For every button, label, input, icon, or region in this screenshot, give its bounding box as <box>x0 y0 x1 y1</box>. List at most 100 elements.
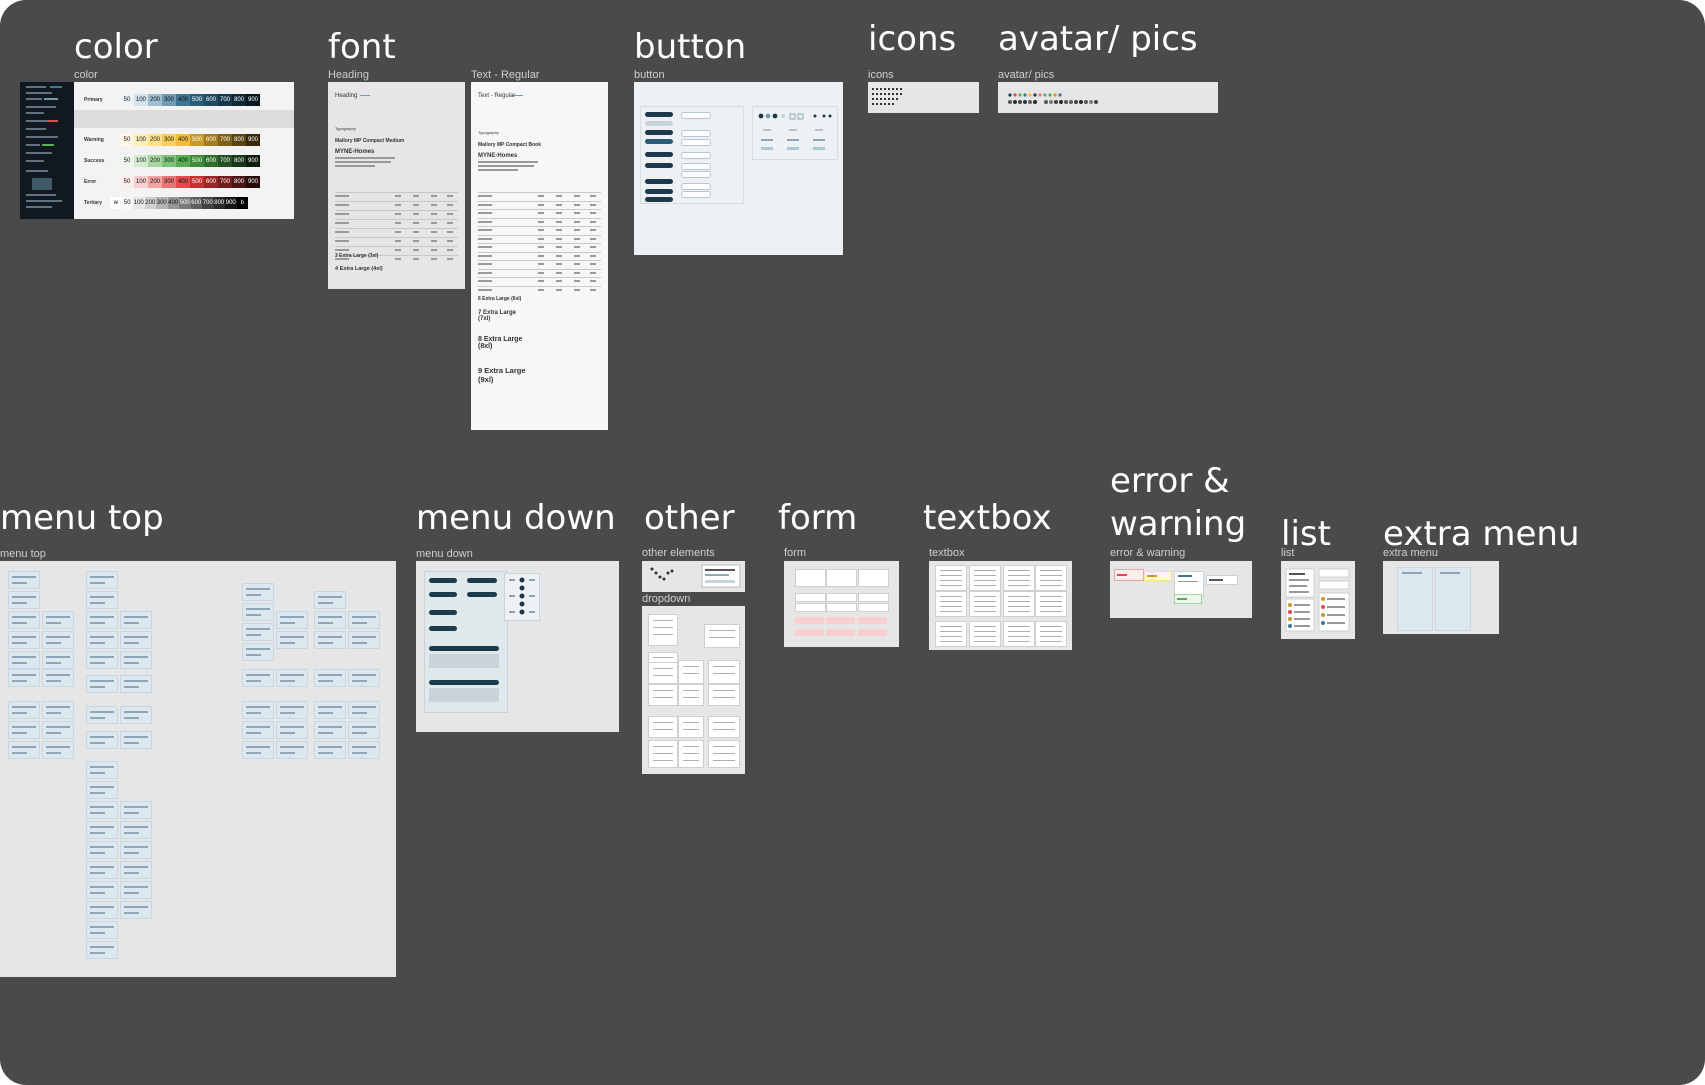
color-swatch[interactable]: 400 <box>176 134 190 146</box>
dropdown-frame[interactable] <box>642 606 745 774</box>
color-swatch[interactable]: 200 <box>148 94 162 106</box>
type-scale-cell <box>556 271 562 274</box>
menu-down-pill-4 <box>467 592 497 597</box>
color-swatch[interactable]: 400 <box>176 94 190 106</box>
type-scale-cell <box>590 280 596 282</box>
menu-top-card <box>42 651 74 669</box>
color-swatch[interactable]: 50 <box>120 94 134 106</box>
color-swatch[interactable]: 50 <box>120 134 134 146</box>
color-swatch[interactable]: 500 <box>190 176 204 188</box>
color-swatch[interactable]: 600 <box>190 197 202 209</box>
color-swatch[interactable]: 800 <box>232 155 246 167</box>
other-elements-frame[interactable] <box>642 561 745 592</box>
color-swatch[interactable]: 400 <box>167 197 179 209</box>
color-swatch[interactable]: 200 <box>148 155 162 167</box>
form-field-2 <box>826 569 857 587</box>
palette-row-error: Error 50 100 200 300 400 500 600 700 800 900 <box>74 176 294 188</box>
color-swatch[interactable]: 100 <box>134 94 148 106</box>
color-swatch[interactable]: 500 <box>190 155 204 167</box>
type-scale-cell <box>335 240 349 242</box>
color-swatch[interactable]: 900 <box>246 155 260 167</box>
color-swatch[interactable]: 900 <box>246 94 260 106</box>
color-swatch[interactable]: 700 <box>202 197 214 209</box>
color-swatch[interactable]: 100 <box>134 155 148 167</box>
color-swatch[interactable]: 300 <box>162 94 176 106</box>
color-swatch[interactable]: 900 <box>225 197 237 209</box>
type-scale-row-line <box>335 210 458 211</box>
color-swatch[interactable]: 900 <box>246 134 260 146</box>
menu-top-card <box>242 583 274 601</box>
color-swatch[interactable]: 800 <box>232 176 246 188</box>
color-swatch[interactable]: 600 <box>204 134 218 146</box>
error-warning-frame[interactable] <box>1110 561 1252 618</box>
color-swatch[interactable]: 200 <box>148 134 162 146</box>
palette-divider <box>74 110 294 128</box>
menu-down-frame[interactable] <box>416 561 619 732</box>
icons-frame[interactable] <box>868 82 979 113</box>
color-swatch[interactable]: 300 <box>162 155 176 167</box>
menu-down-bar-2 <box>429 680 499 685</box>
color-swatch[interactable]: w <box>110 197 122 209</box>
color-swatch[interactable]: 700 <box>218 94 232 106</box>
menu-top-card <box>86 941 118 959</box>
palette-row-success: Success 50 100 200 300 400 500 600 700 800 900 <box>74 155 294 167</box>
color-swatch[interactable]: 300 <box>162 176 176 188</box>
text-regular-frame[interactable]: Text - Regular Typography Mallory MP Com… <box>471 82 608 430</box>
heading-frame[interactable]: Heading Typography Mallory MP Compact Me… <box>328 82 465 289</box>
button-frame[interactable] <box>634 82 843 255</box>
menu-top-card <box>276 741 308 759</box>
color-swatch[interactable]: 100 <box>134 134 148 146</box>
design-canvas[interactable]: color font button icons avatar/ pics men… <box>0 0 1705 1085</box>
color-swatch[interactable]: 600 <box>204 94 218 106</box>
type-scale-row-line <box>335 228 458 229</box>
menu-top-card <box>120 901 152 919</box>
color-swatch[interactable]: 500 <box>190 134 204 146</box>
avatar-row-preview <box>1008 93 1098 104</box>
color-swatch[interactable]: 300 <box>156 197 168 209</box>
color-swatch[interactable]: 50 <box>121 197 133 209</box>
list-frame[interactable] <box>1281 561 1355 639</box>
section-title-button: button <box>634 27 747 67</box>
form-frame[interactable] <box>784 561 899 647</box>
avatar-frame[interactable] <box>998 82 1218 113</box>
extra-menu-frame[interactable] <box>1383 561 1499 634</box>
color-swatch[interactable]: 500 <box>179 197 191 209</box>
menu-top-card <box>8 611 40 629</box>
color-swatch[interactable]: 800 <box>232 94 246 106</box>
color-swatch[interactable]: 200 <box>148 176 162 188</box>
color-swatch[interactable]: 500 <box>190 94 204 106</box>
color-swatch[interactable]: 100 <box>133 197 145 209</box>
menu-top-card <box>276 701 308 719</box>
textbox-frame[interactable] <box>929 561 1072 650</box>
color-swatch[interactable]: 600 <box>204 155 218 167</box>
color-swatch[interactable]: 600 <box>204 176 218 188</box>
color-swatch[interactable]: 800 <box>232 134 246 146</box>
color-swatch[interactable]: 50 <box>120 155 134 167</box>
type-scale-cell <box>335 231 349 233</box>
color-frame[interactable]: Primary 50 100 200 300 400 500 600 700 800 900 Warn… <box>20 82 294 219</box>
color-swatch[interactable]: 200 <box>144 197 156 209</box>
color-swatch[interactable]: 700 <box>218 176 232 188</box>
palette-row-tertiary: Tertiary w 50 100 200 300 400 500 600 700 800 900 b <box>74 197 294 209</box>
heading-row-4xl: 4 Extra Large (4xl) <box>335 266 383 272</box>
color-swatch[interactable]: b <box>236 197 248 209</box>
color-swatch[interactable]: 400 <box>176 155 190 167</box>
type-scale-cell <box>478 280 492 282</box>
text-alphabet-line1 <box>478 161 538 163</box>
form-error-input-1 <box>795 617 824 624</box>
color-swatch[interactable]: 700 <box>218 155 232 167</box>
color-swatch[interactable]: 400 <box>176 176 190 188</box>
color-swatch[interactable]: 700 <box>218 134 232 146</box>
color-swatch[interactable]: 100 <box>134 176 148 188</box>
type-scale-cell <box>556 254 562 257</box>
type-scale-cell <box>431 195 437 197</box>
section-title-form: form <box>778 498 858 538</box>
dropdown-sample-14 <box>678 740 704 768</box>
color-swatch[interactable]: 300 <box>162 134 176 146</box>
color-swatch[interactable]: 50 <box>120 176 134 188</box>
menu-top-frame[interactable] <box>0 561 396 977</box>
color-swatch[interactable]: 900 <box>246 176 260 188</box>
type-scale-row-line <box>478 200 601 202</box>
extra-menu-panel-left <box>1397 567 1433 631</box>
color-swatch[interactable]: 800 <box>213 197 225 209</box>
